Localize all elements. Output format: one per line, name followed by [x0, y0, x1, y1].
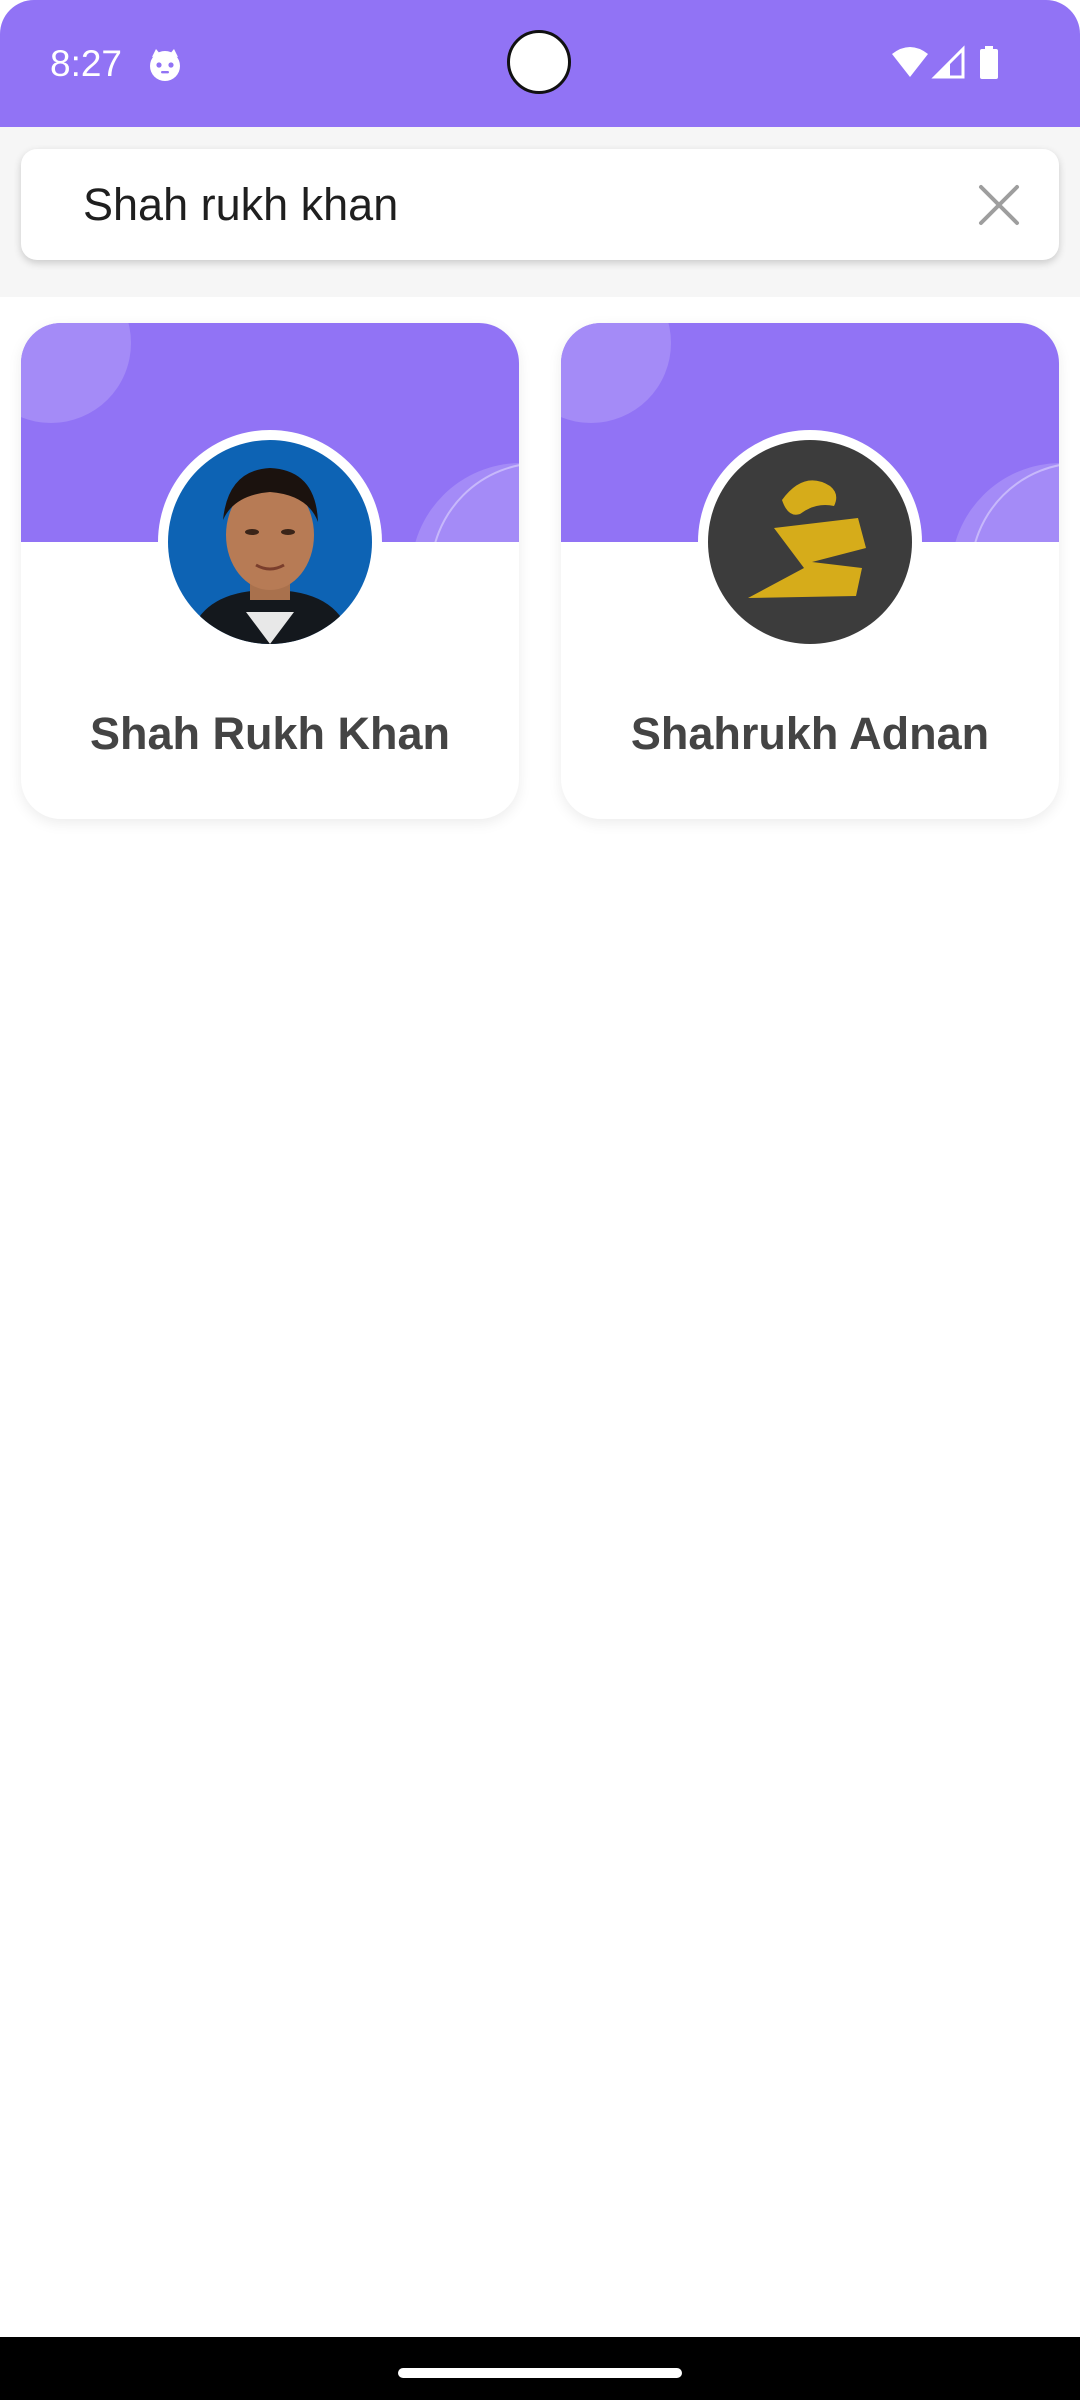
avatar-ring	[158, 430, 382, 654]
portrait-photo	[168, 440, 372, 644]
avatar	[708, 440, 912, 644]
avatar	[168, 440, 372, 644]
result-name: Shah Rukh Khan	[89, 708, 451, 759]
wifi-icon	[892, 47, 928, 77]
battery-icon	[980, 46, 998, 79]
search-input[interactable]	[83, 149, 943, 260]
signal-icon	[931, 45, 965, 79]
avatar-ring	[698, 430, 922, 654]
result-card[interactable]: Shahrukh Adnan	[561, 323, 1059, 819]
cat-notification-icon	[150, 49, 180, 81]
result-name: Shahrukh Adnan	[630, 708, 990, 759]
navigation-bar	[0, 2337, 1080, 2400]
camera-cutout	[507, 30, 571, 94]
status-icons	[892, 45, 998, 79]
result-card[interactable]: Shah Rukh Khan	[21, 323, 519, 819]
search-box[interactable]	[21, 149, 1059, 260]
status-bar: 8:27	[0, 0, 1080, 127]
home-indicator[interactable]	[398, 2368, 682, 2378]
close-icon[interactable]	[969, 175, 1029, 235]
status-time: 8:27	[50, 43, 123, 84]
logo-icon	[708, 440, 912, 644]
search-area	[0, 127, 1080, 297]
